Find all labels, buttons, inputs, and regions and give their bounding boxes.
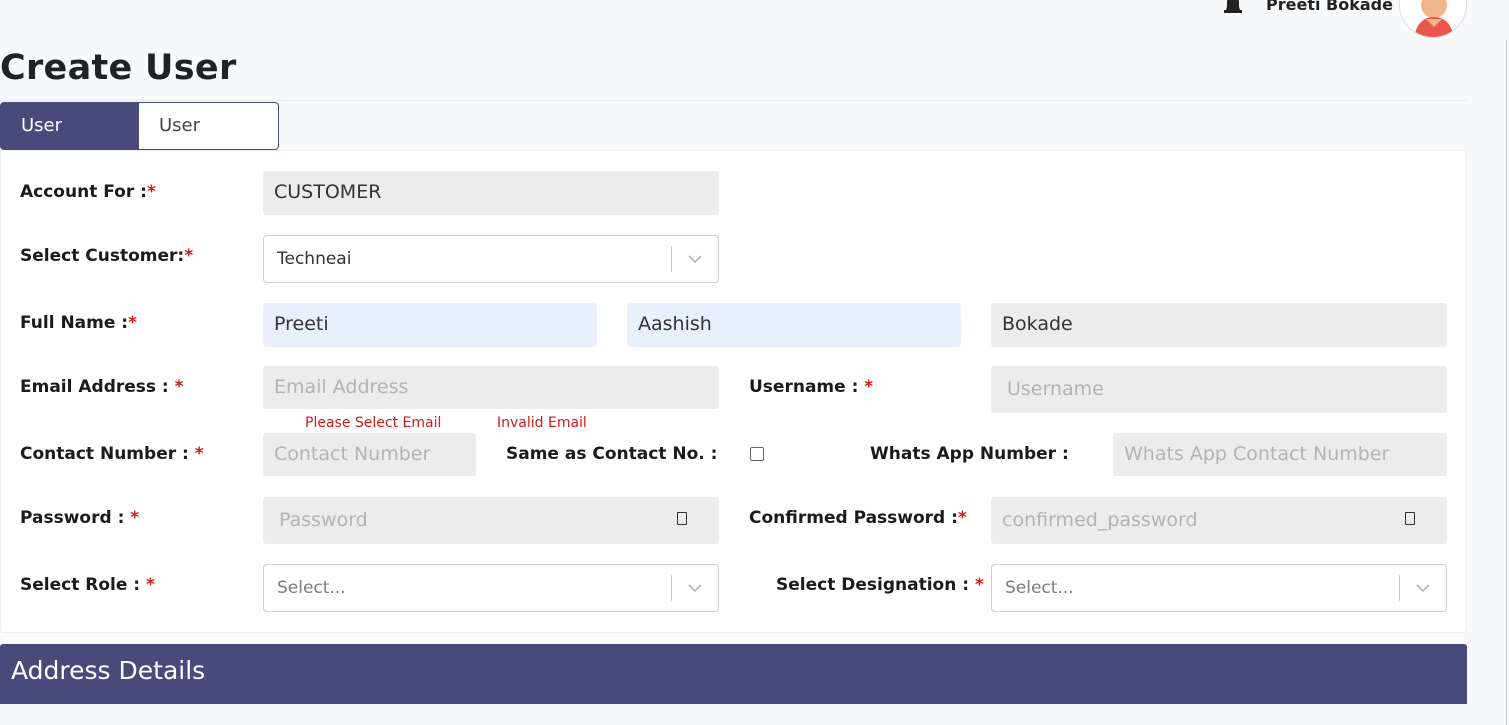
title-divider: [0, 100, 1467, 101]
email-invalid-error: Invalid Email: [497, 415, 587, 431]
select-customer-label: Select Customer:*: [20, 246, 194, 266]
select-role-label: Select Role : *: [20, 575, 155, 595]
user-name[interactable]: Preeti Bokade: [1266, 0, 1393, 14]
select-role-dropdown[interactable]: Select...: [263, 564, 719, 612]
chevron-down-icon[interactable]: [686, 579, 704, 597]
show-password-icon[interactable]: [677, 512, 687, 525]
email-required-error: Please Select Email: [305, 415, 442, 431]
tab-user-setting[interactable]: User Setting: [139, 102, 279, 182]
tab-bar: User Details User Setting: [0, 102, 279, 182]
show-confirmed-password-icon[interactable]: [1405, 512, 1415, 525]
select-designation-placeholder: Select...: [1005, 578, 1074, 598]
dropdown-separator: [1399, 575, 1400, 601]
password-input[interactable]: [274, 497, 708, 543]
contact-number-input[interactable]: [274, 433, 465, 475]
select-role-placeholder: Select...: [277, 578, 346, 598]
account-for-field: CUSTOMER: [263, 171, 719, 215]
middle-name-input[interactable]: Aashish: [627, 303, 961, 347]
select-designation-label: Select Designation : *: [776, 575, 984, 595]
address-details-section-header[interactable]: Address Details: [0, 644, 1467, 704]
email-input[interactable]: [274, 366, 708, 408]
address-details-title: Address Details: [11, 656, 206, 685]
same-as-contact-label: Same as Contact No. :: [506, 444, 718, 464]
tab-user-details[interactable]: User Details: [0, 102, 139, 182]
page-title: Create User: [0, 48, 237, 88]
whatsapp-number-label: Whats App Number :: [870, 444, 1069, 464]
confirmed-password-input[interactable]: [1002, 497, 1436, 543]
email-label: Email Address : *: [20, 377, 184, 397]
password-label: Password : *: [20, 508, 140, 528]
username-label: Username : *: [749, 377, 874, 397]
dropdown-separator: [671, 575, 672, 601]
user-avatar[interactable]: [1399, 0, 1467, 38]
scrollbar-track: [1506, 40, 1507, 725]
last-name-input[interactable]: Bokade: [991, 303, 1447, 347]
same-as-contact-checkbox[interactable]: [750, 447, 764, 461]
dropdown-separator: [671, 246, 672, 272]
username-field[interactable]: [991, 366, 1447, 413]
full-name-label: Full Name :*: [20, 313, 137, 333]
username-input[interactable]: [1002, 366, 1436, 412]
top-bar: Preeti Bokade: [0, 0, 1509, 40]
whatsapp-number-field[interactable]: [1113, 433, 1447, 476]
email-field[interactable]: [263, 366, 719, 409]
whatsapp-number-input[interactable]: [1124, 433, 1436, 475]
select-customer-dropdown[interactable]: Techneai: [263, 235, 719, 283]
avatar-icon: [1400, 0, 1466, 37]
bell-icon[interactable]: [1222, 0, 1244, 16]
select-customer-value: Techneai: [277, 249, 352, 269]
password-field[interactable]: [263, 497, 719, 544]
first-name-input[interactable]: Preeti: [263, 303, 597, 347]
select-designation-dropdown[interactable]: Select...: [991, 564, 1447, 612]
chevron-down-icon[interactable]: [686, 250, 704, 268]
chevron-down-icon[interactable]: [1414, 579, 1432, 597]
contact-number-field[interactable]: [263, 433, 476, 476]
confirmed-password-field[interactable]: [991, 497, 1447, 544]
contact-number-label: Contact Number : *: [20, 444, 204, 464]
confirmed-password-label: Confirmed Password :*: [749, 508, 967, 528]
account-for-label: Account For :*: [20, 182, 156, 202]
